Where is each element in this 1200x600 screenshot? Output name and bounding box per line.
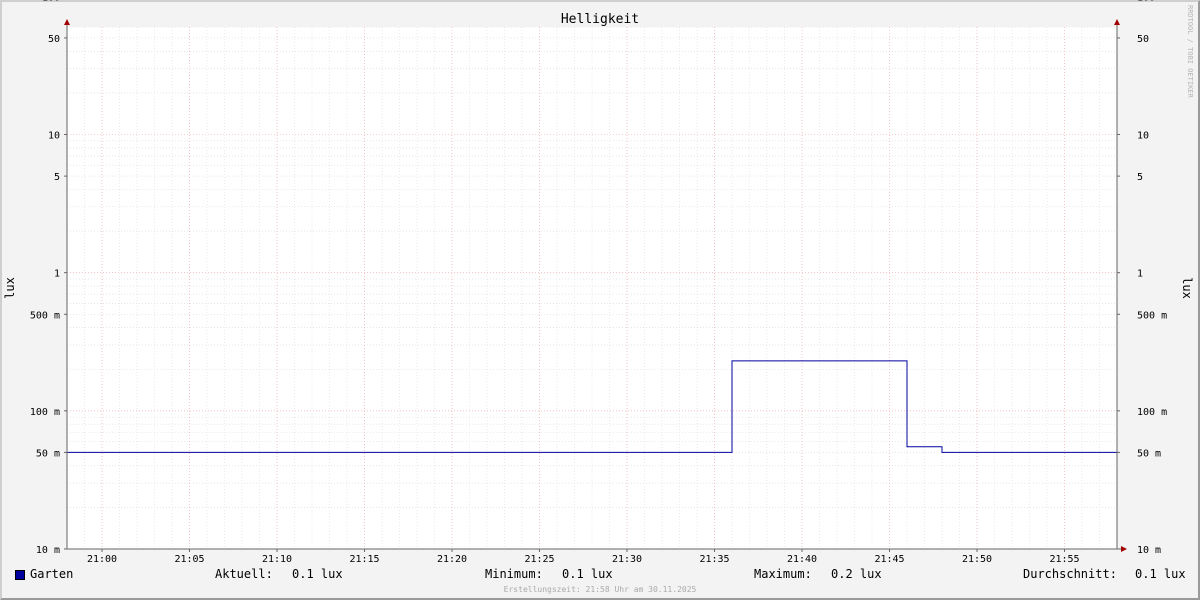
legend-swatch (15, 570, 25, 580)
legend-minimum-value: 0.1 lux (562, 567, 613, 581)
watermark: RRDTOOL / TOBI OETIKER (1186, 5, 1194, 99)
chart-title: Helligkeit (561, 12, 639, 27)
y-tick-label-left: 1 (54, 269, 60, 280)
legend-minimum-label: Minimum: (485, 567, 543, 581)
y-tick-label-left: 500 m (30, 310, 60, 321)
y-tick-label-right: 5 (1137, 172, 1143, 183)
y-tick-label-left: 5 (54, 172, 60, 183)
y-tick-label-right: 100 m (1137, 407, 1167, 418)
legend: Garten Aktuell: 0.1 lux Minimum: 0.1 lux… (0, 567, 1200, 585)
x-tick-label: 21:10 (262, 554, 292, 565)
y-axis-arrow-right (1114, 19, 1120, 25)
x-tick-label: 21:50 (962, 554, 992, 565)
x-tick-label: 21:00 (87, 554, 117, 565)
legend-durchschnitt-value: 0.1 lux (1135, 567, 1186, 581)
x-tick-label: 21:20 (437, 554, 467, 565)
y-tick-label-left: 10 m (36, 545, 60, 556)
x-tick-label: 21:25 (524, 554, 554, 565)
y-tick-label-right: 1 (1137, 269, 1143, 280)
x-tick-label: 21:15 (349, 554, 379, 565)
y-tick-label-left: 100 m (30, 407, 60, 418)
y-axis-title-right: lux (1180, 277, 1194, 299)
y-tick-label-right: 500 m (1137, 310, 1167, 321)
y-axis-arrow-left (64, 19, 70, 25)
legend-aktuell-label: Aktuell: (215, 567, 273, 581)
y-tick-label-right: 50 m (1137, 448, 1161, 459)
x-tick-label: 21:35 (699, 554, 729, 565)
y-tick-label-left: 10 (48, 131, 60, 142)
y-tick-label-right: 10 m (1137, 545, 1161, 556)
x-tick-label: 21:55 (1049, 554, 1079, 565)
legend-series-name: Garten (30, 567, 74, 581)
x-tick-label: 21:05 (174, 554, 204, 565)
x-axis-arrow (1121, 546, 1127, 552)
footer-timestamp: Erstellungszeit: 21:58 Uhr am 30.11.2025 (504, 585, 697, 594)
legend-maximum-value: 0.2 lux (831, 567, 882, 581)
x-tick-label: 21:45 (874, 554, 904, 565)
y-tick-label-left: 50 (48, 34, 60, 45)
y-axis-title-left: lux (3, 277, 17, 299)
y-tick-label-left: 100 (42, 0, 60, 3)
x-tick-label: 21:40 (787, 554, 817, 565)
chart-svg: 10 m 10 m 50 m 50 m 100 m 100 m 500 m 500 m 1 1 5 5… (3, 0, 1194, 594)
legend-aktuell-value: 0.1 lux (292, 567, 343, 581)
legend-maximum-label: Maximum: (754, 567, 812, 581)
y-tick-label-right: 10 (1137, 131, 1149, 142)
x-tick-label: 21:30 (612, 554, 642, 565)
y-tick-label-right: 50 (1137, 34, 1149, 45)
legend-durchschnitt-label: Durchschnitt: (1023, 567, 1117, 581)
y-tick-label-left: 50 m (36, 448, 60, 459)
y-tick-label-right: 100 (1137, 0, 1155, 3)
